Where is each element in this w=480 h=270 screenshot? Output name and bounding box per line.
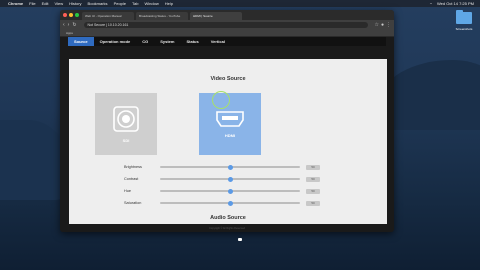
nav-tab-vertical[interactable]: Vertical bbox=[205, 37, 231, 46]
close-window-button[interactable] bbox=[63, 13, 67, 17]
contrast-value[interactable]: 50 bbox=[306, 176, 320, 182]
folder-icon[interactable] bbox=[456, 10, 472, 24]
page-navbar: Source Operation mode CG System Status V… bbox=[68, 37, 386, 46]
hue-slider-thumb[interactable] bbox=[227, 188, 233, 194]
menubar-clock[interactable]: Wed Oct 14 7:25 PM bbox=[437, 0, 474, 7]
cursor-highlight bbox=[212, 91, 230, 109]
menu-icon[interactable]: ⋮ bbox=[386, 22, 391, 28]
menubar-item-window[interactable]: Window bbox=[144, 0, 158, 7]
saturation-value[interactable]: 50 bbox=[306, 200, 320, 206]
saturation-control: Saturation 50 bbox=[124, 200, 334, 206]
video-source-sdi[interactable]: SDI bbox=[95, 93, 157, 155]
menubar-app-name[interactable]: Chrome bbox=[8, 0, 23, 7]
nav-tab-system[interactable]: System bbox=[154, 37, 180, 46]
sdi-connector-icon bbox=[113, 105, 139, 132]
page-footer: Copyright © All Rights Reserved bbox=[209, 227, 245, 230]
menubar-item-history[interactable]: History bbox=[69, 0, 81, 7]
video-source-hdmi[interactable]: HDMI bbox=[199, 91, 261, 155]
brightness-slider-thumb[interactable] bbox=[227, 164, 233, 170]
browser-tab-active[interactable]: HDMI | Source bbox=[190, 12, 242, 20]
brightness-value[interactable]: 50 bbox=[306, 164, 320, 170]
brightness-control: Brightness 50 bbox=[124, 164, 334, 170]
menubar-item-bookmarks[interactable]: Bookmarks bbox=[88, 0, 108, 7]
address-bar[interactable]: Not Secure | 10.10.20.161 bbox=[83, 22, 369, 28]
forward-icon[interactable]: › bbox=[68, 22, 70, 28]
hdmi-connector-icon bbox=[216, 110, 244, 127]
menubar-item-edit[interactable]: Edit bbox=[42, 0, 49, 7]
nav-tab-cg[interactable]: CG bbox=[136, 37, 154, 46]
menubar-item-view[interactable]: View bbox=[54, 0, 63, 7]
contrast-slider[interactable] bbox=[160, 176, 300, 182]
nav-tab-operation-mode[interactable]: Operation mode bbox=[94, 37, 137, 46]
hue-value[interactable]: 50 bbox=[306, 188, 320, 194]
saturation-slider-thumb[interactable] bbox=[227, 200, 233, 206]
zoom-window-button[interactable] bbox=[75, 13, 79, 17]
menubar-item-tab[interactable]: Tab bbox=[132, 0, 138, 7]
contrast-label: Contrast bbox=[124, 177, 139, 181]
source-panel: Video Source SDI HDMI Brightness 50 Cont… bbox=[69, 59, 387, 224]
browser-toolbar: ‹ › ↻ Not Secure | 10.10.20.161 ☆ ● ⋮ bbox=[60, 20, 394, 30]
saturation-label: Saturation bbox=[124, 201, 142, 205]
nav-tab-status[interactable]: Status bbox=[180, 37, 204, 46]
folder-label: Screenshots bbox=[455, 27, 473, 31]
video-source-title: Video Source bbox=[210, 76, 246, 82]
browser-tabbar: Web UI - Operation Manual Broadcasting S… bbox=[60, 10, 394, 20]
bookmark-apps[interactable]: Apps bbox=[66, 31, 73, 35]
hue-label: Hue bbox=[124, 189, 131, 193]
contrast-slider-thumb[interactable] bbox=[227, 176, 233, 182]
minimize-window-button[interactable] bbox=[69, 13, 73, 17]
browser-tab[interactable]: Web UI - Operation Manual bbox=[82, 12, 134, 20]
back-icon[interactable]: ‹ bbox=[63, 22, 65, 28]
window-controls bbox=[63, 13, 79, 17]
menubar-item-file[interactable]: File bbox=[29, 0, 35, 7]
contrast-control: Contrast 50 bbox=[124, 176, 334, 182]
hue-slider[interactable] bbox=[160, 188, 300, 194]
brightness-slider[interactable] bbox=[160, 164, 300, 170]
desktop-island bbox=[380, 60, 480, 130]
nav-tab-source[interactable]: Source bbox=[68, 37, 94, 46]
menubar-item-people[interactable]: People bbox=[114, 0, 126, 7]
reload-icon[interactable]: ↻ bbox=[72, 22, 76, 28]
browser-window: Web UI - Operation Manual Broadcasting S… bbox=[60, 10, 394, 232]
saturation-slider[interactable] bbox=[160, 200, 300, 206]
source-label-hdmi: HDMI bbox=[224, 132, 236, 138]
mouse-cursor-icon bbox=[238, 238, 242, 241]
macos-menubar: Chrome File Edit View History Bookmarks … bbox=[0, 0, 480, 7]
bookmarks-bar: Apps bbox=[60, 30, 394, 37]
wifi-icon[interactable]: ◔ bbox=[430, 0, 432, 7]
browser-tab[interactable]: Broadcasting Status - YouTube bbox=[136, 12, 188, 20]
profile-icon[interactable]: ● bbox=[381, 22, 384, 28]
web-page: Source Operation mode CG System Status V… bbox=[60, 37, 394, 232]
source-label-sdi: SDI bbox=[122, 137, 130, 143]
menubar-item-help[interactable]: Help bbox=[165, 0, 173, 7]
audio-source-title: Audio Source bbox=[210, 215, 246, 221]
bookmark-star-icon[interactable]: ☆ bbox=[374, 22, 378, 28]
brightness-label: Brightness bbox=[124, 165, 142, 169]
hue-control: Hue 50 bbox=[124, 188, 334, 194]
